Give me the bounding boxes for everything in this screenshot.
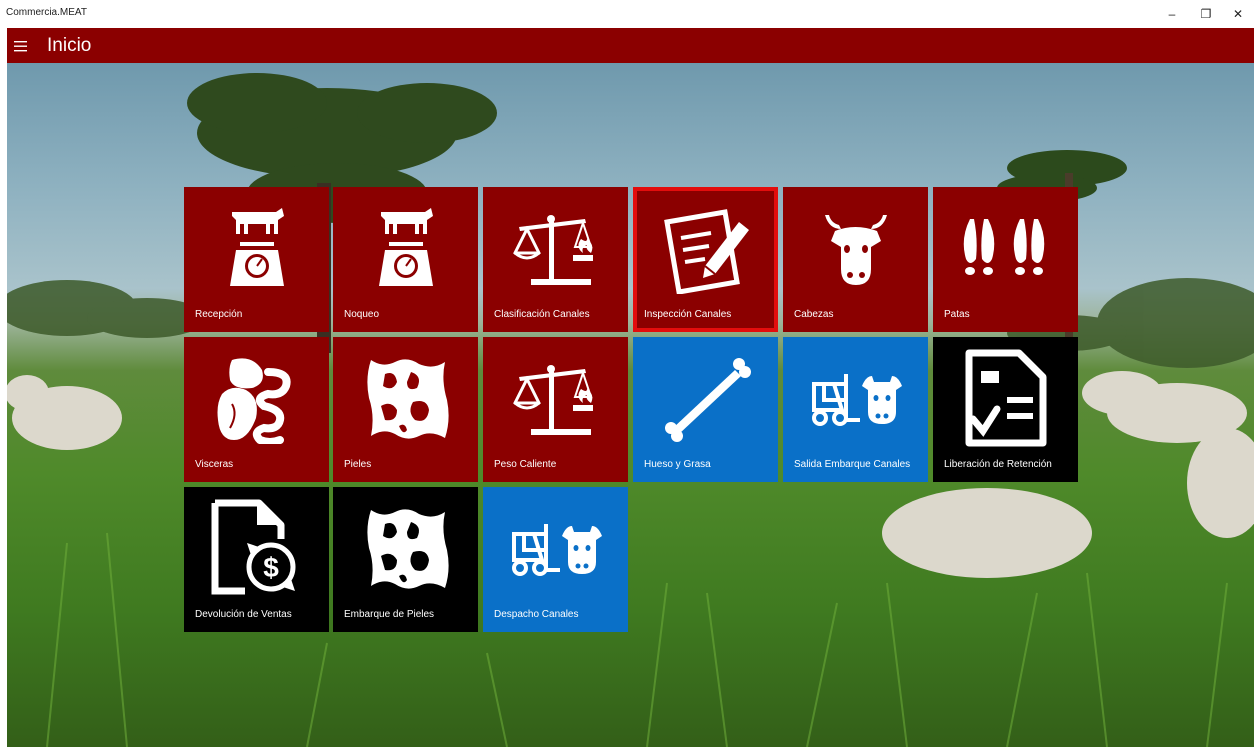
tile-cabezas[interactable]: Cabezas xyxy=(783,187,928,332)
bone-icon xyxy=(633,349,778,449)
tile-label: Recepción xyxy=(195,309,243,320)
balance-fire-icon xyxy=(483,349,628,449)
cow-scale-icon xyxy=(333,199,478,299)
tile-pieles[interactable]: Pieles xyxy=(333,337,478,482)
tile-patas[interactable]: Patas xyxy=(933,187,1078,332)
tile-devolucion-de-ventas[interactable]: $ Devolución de Ventas xyxy=(184,487,329,632)
tile-label: Peso Caliente xyxy=(494,459,557,470)
close-button[interactable]: ✕ xyxy=(1226,4,1250,24)
tile-label: Liberación de Retención xyxy=(944,459,1052,470)
tile-label: Patas xyxy=(944,309,970,320)
hide-icon xyxy=(333,499,478,599)
tile-embarque-de-pieles[interactable]: Embarque de Pieles xyxy=(333,487,478,632)
tile-label: Clasificación Canales xyxy=(494,309,590,320)
viscera-icon xyxy=(184,349,329,449)
tile-label: Visceras xyxy=(195,459,234,470)
tile-label: Embarque de Pieles xyxy=(344,609,435,620)
hamburger-icon[interactable] xyxy=(12,37,30,55)
tile-liberacion-de-retencion[interactable]: Liberación de Retención xyxy=(933,337,1078,482)
inspection-pencil-icon xyxy=(633,199,778,299)
tile-label: Devolución de Ventas xyxy=(195,609,292,620)
tile-label: Pieles xyxy=(344,459,372,470)
app-title: Commercia.MEAT xyxy=(6,7,87,18)
hooves-icon xyxy=(933,199,1078,299)
tile-hueso-y-grasa[interactable]: Hueso y Grasa xyxy=(633,337,778,482)
app-header: Inicio xyxy=(7,28,1254,63)
tile-label: Noqueo xyxy=(344,309,380,320)
hide-icon xyxy=(333,349,478,449)
forklift-cow-icon xyxy=(783,349,928,449)
tile-despacho-canales[interactable]: Despacho Canales xyxy=(483,487,628,632)
tile-label: Salida Embarque Canales xyxy=(794,459,911,470)
tile-label: Inspección Canales xyxy=(644,309,732,320)
balance-fire-icon xyxy=(483,199,628,299)
svg-text:$: $ xyxy=(263,552,279,583)
maximize-button[interactable]: ❐ xyxy=(1194,4,1218,24)
tile-noqueo[interactable]: Noqueo xyxy=(333,187,478,332)
cow-scale-icon xyxy=(184,199,329,299)
tile-label: Cabezas xyxy=(794,309,834,320)
tile-visceras[interactable]: Visceras xyxy=(184,337,329,482)
forklift-cow-icon xyxy=(483,499,628,599)
minimize-button[interactable]: – xyxy=(1160,4,1184,24)
page-title: Inicio xyxy=(47,35,92,56)
document-check-icon xyxy=(933,349,1078,449)
tile-label: Despacho Canales xyxy=(494,609,579,620)
window-titlebar: Commercia.MEAT – ❐ ✕ xyxy=(0,0,1254,28)
tile-peso-caliente[interactable]: Peso Caliente xyxy=(483,337,628,482)
tile-inspeccion-canales[interactable]: Inspección Canales xyxy=(633,187,778,332)
tile-recepcion[interactable]: Recepción xyxy=(184,187,329,332)
document-refund-icon: $ xyxy=(184,499,329,599)
cow-head-icon xyxy=(783,199,928,299)
tile-salida-embarque-canales[interactable]: Salida Embarque Canales xyxy=(783,337,928,482)
tile-label: Hueso y Grasa xyxy=(644,459,711,470)
tile-clasificacion-canales[interactable]: Clasificación Canales xyxy=(483,187,628,332)
